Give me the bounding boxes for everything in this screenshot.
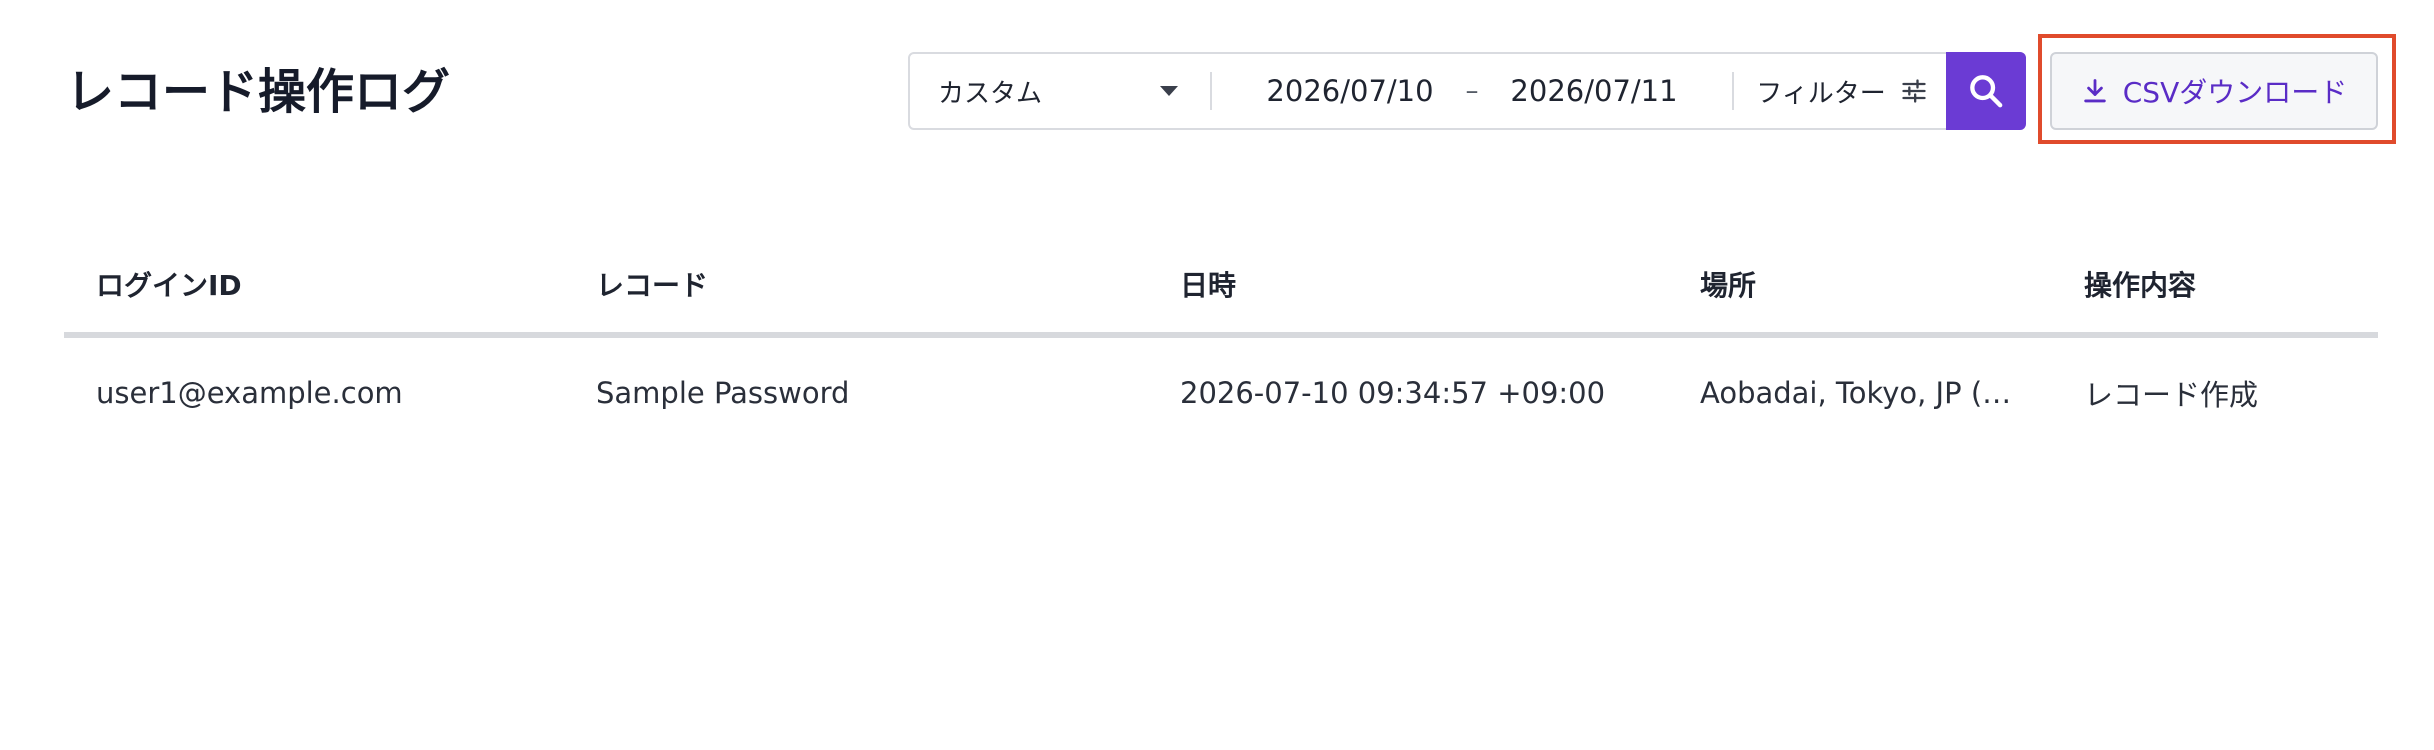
- record-operation-log-page: レコード操作ログ カスタム – フィルター: [0, 0, 2434, 750]
- cell-login-id: user1@example.com: [96, 376, 403, 410]
- date-range-select-value: カスタム: [938, 78, 1043, 109]
- page-title: レコード操作ログ: [66, 64, 451, 120]
- column-header-operation[interactable]: 操作内容: [2044, 264, 2378, 304]
- filter-button-label: フィルター: [1756, 78, 1886, 109]
- column-header-login-id[interactable]: ログインID: [64, 264, 564, 304]
- chevron-down-icon: [1160, 86, 1178, 96]
- cell-operation: レコード作成: [2084, 378, 2259, 412]
- cell-location: Aobadai, Tokyo, JP (…: [1700, 376, 2012, 410]
- filter-toolbar: カスタム – フィルター: [908, 52, 2026, 130]
- date-range-select[interactable]: カスタム: [910, 54, 1210, 128]
- download-icon: [2081, 77, 2109, 105]
- filter-button[interactable]: フィルター: [1734, 54, 1950, 128]
- sliders-icon: [1900, 77, 1928, 105]
- column-header-location[interactable]: 場所: [1668, 264, 2044, 304]
- table-header: ログインID レコード 日時 場所 操作内容: [64, 236, 2378, 338]
- date-to-input[interactable]: [1494, 74, 1694, 108]
- search-icon: [1966, 71, 2006, 111]
- search-button[interactable]: [1946, 52, 2026, 130]
- date-range-inputs: –: [1212, 54, 1732, 128]
- cell-record: Sample Password: [596, 376, 850, 410]
- csv-download-button[interactable]: CSVダウンロード: [2050, 52, 2378, 130]
- cell-datetime: 2026-07-10 09:34:57 +09:00: [1180, 376, 1606, 410]
- date-from-input[interactable]: [1250, 74, 1450, 108]
- table-row[interactable]: user1@example.com Sample Password 2026-0…: [64, 338, 2378, 448]
- column-header-datetime[interactable]: 日時: [1148, 264, 1668, 304]
- column-header-record[interactable]: レコード: [564, 264, 1148, 304]
- date-separator: –: [1465, 76, 1479, 106]
- log-table: ログインID レコード 日時 場所 操作内容 user1@example.com…: [64, 236, 2378, 448]
- csv-download-label: CSVダウンロード: [2122, 76, 2348, 109]
